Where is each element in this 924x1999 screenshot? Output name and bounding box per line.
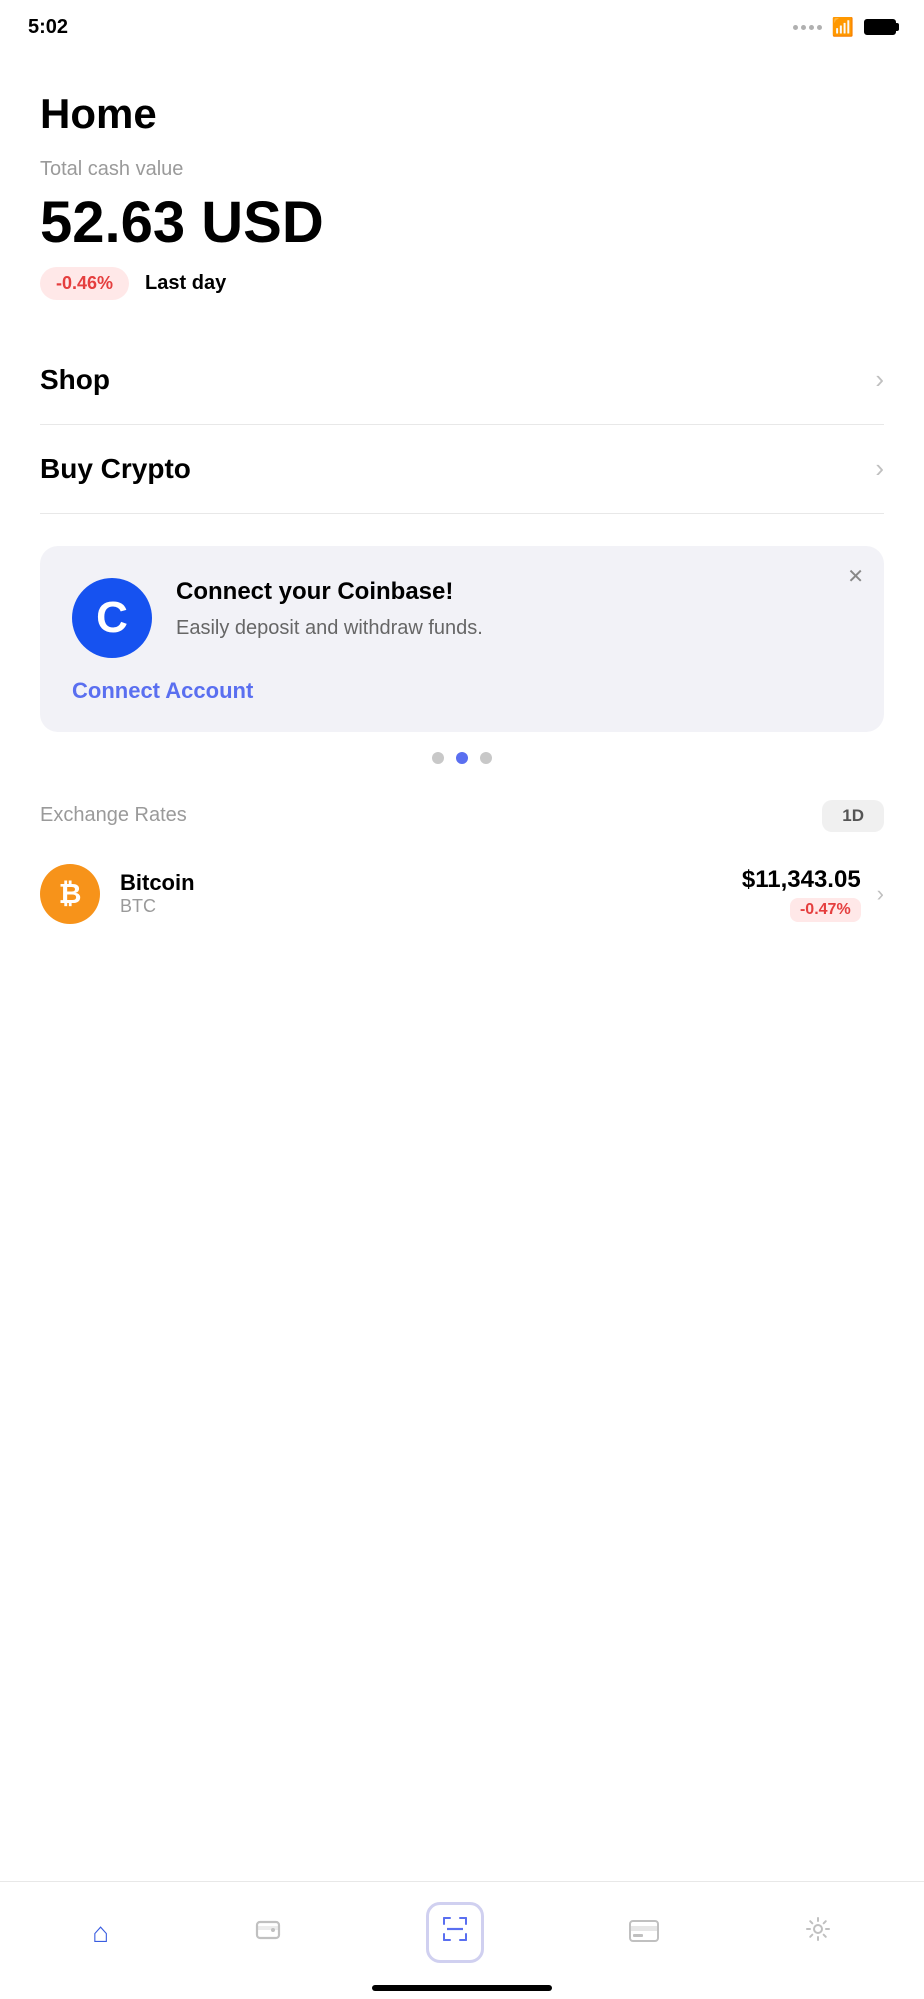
coinbase-logo: C xyxy=(72,578,152,658)
portfolio-section: Total cash value 52.63 USD -0.46% Last d… xyxy=(40,158,884,300)
main-content: Home Total cash value 52.63 USD -0.46% L… xyxy=(0,50,924,956)
status-bar: 5:02 📶 xyxy=(0,0,924,50)
bitcoin-chevron-icon: › xyxy=(877,881,884,907)
dots-indicator xyxy=(40,752,884,764)
wallet-icon xyxy=(254,1915,282,1950)
bitcoin-right: $11,343.05 -0.47% › xyxy=(742,866,884,922)
dot-2 xyxy=(456,752,468,764)
card-text-block: Connect your Coinbase! Easily deposit an… xyxy=(176,578,852,642)
tab-card[interactable] xyxy=(609,1911,679,1955)
card-body: C Connect your Coinbase! Easily deposit … xyxy=(72,578,852,658)
settings-icon xyxy=(804,1915,832,1950)
period-badge: 1D xyxy=(822,800,884,832)
battery-icon xyxy=(864,19,896,35)
tab-home[interactable]: ⌂ xyxy=(72,1911,129,1955)
shop-nav-item[interactable]: Shop › xyxy=(40,336,884,425)
bitcoin-icon: ₿ xyxy=(40,864,100,924)
bottom-nav: ⌂ xyxy=(0,1881,924,1999)
shop-chevron-icon: › xyxy=(875,364,884,395)
close-card-button[interactable]: ✕ xyxy=(847,564,864,589)
bitcoin-ticker: BTC xyxy=(120,896,195,917)
status-icons: 📶 xyxy=(793,17,896,38)
promo-card: ✕ C Connect your Coinbase! Easily deposi… xyxy=(40,546,884,732)
bitcoin-name: Bitcoin xyxy=(120,870,195,896)
card-title: Connect your Coinbase! xyxy=(176,578,852,606)
shop-label: Shop xyxy=(40,364,110,396)
page-title: Home xyxy=(40,90,884,138)
total-cash-label: Total cash value xyxy=(40,158,884,181)
exchange-rates-title: Exchange Rates xyxy=(40,804,187,827)
bitcoin-price: $11,343.05 xyxy=(742,866,861,894)
bitcoin-row[interactable]: ₿ Bitcoin BTC $11,343.05 -0.47% › xyxy=(40,852,884,936)
buy-crypto-nav-item[interactable]: Buy Crypto › xyxy=(40,425,884,514)
total-cash-value: 52.63 USD xyxy=(40,191,884,255)
coinbase-logo-letter: C xyxy=(96,593,128,643)
change-row: -0.46% Last day xyxy=(40,267,884,300)
tab-scan[interactable] xyxy=(406,1896,504,1969)
exchange-header: Exchange Rates 1D xyxy=(40,800,884,832)
home-indicator xyxy=(372,1985,552,1991)
period-label: Last day xyxy=(145,272,226,295)
card-description: Easily deposit and withdraw funds. xyxy=(176,614,852,642)
bitcoin-change-badge: -0.47% xyxy=(790,898,861,922)
change-badge: -0.46% xyxy=(40,267,129,300)
home-icon: ⌂ xyxy=(92,1917,109,1949)
scan-icon xyxy=(426,1902,484,1963)
exchange-rates-section: Exchange Rates 1D ₿ Bitcoin BTC $11,343.… xyxy=(40,800,884,936)
buy-crypto-label: Buy Crypto xyxy=(40,453,191,485)
card-icon xyxy=(629,1917,659,1949)
dot-3 xyxy=(480,752,492,764)
dot-1 xyxy=(432,752,444,764)
status-time: 5:02 xyxy=(28,16,68,39)
signal-dots-icon xyxy=(793,25,822,30)
tab-settings[interactable] xyxy=(784,1909,852,1956)
tab-wallet[interactable] xyxy=(234,1909,302,1956)
wifi-icon: 📶 xyxy=(832,17,854,38)
bitcoin-left: ₿ Bitcoin BTC xyxy=(40,864,195,924)
bitcoin-info: Bitcoin BTC xyxy=(120,870,195,917)
connect-account-button[interactable]: Connect Account xyxy=(72,678,253,704)
bitcoin-price-block: $11,343.05 -0.47% xyxy=(742,866,861,922)
buy-crypto-chevron-icon: › xyxy=(875,453,884,484)
